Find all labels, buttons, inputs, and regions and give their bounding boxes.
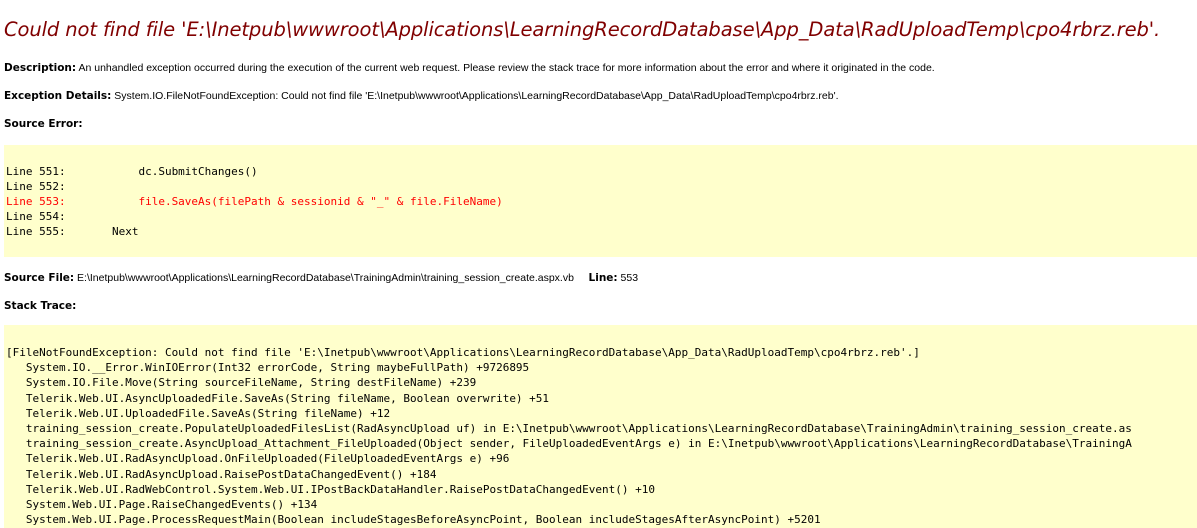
stack-trace-heading: Stack Trace:: [4, 300, 76, 312]
source-error-code-box: Line 551: dc.SubmitChanges() Line 552: L…: [4, 145, 1197, 257]
source-error-label: Source Error:: [4, 118, 83, 130]
line-label: Line:: [588, 272, 618, 284]
exception-details-label: Exception Details:: [4, 90, 112, 102]
source-line-554: Line 554:: [6, 210, 66, 223]
line-number: 553: [620, 272, 639, 284]
error-title: Could not find file 'E:\Inetpub\wwwroot\…: [4, 18, 1161, 41]
description-text: An unhandled exception occurred during t…: [78, 62, 935, 74]
source-error-heading: Source Error:: [4, 118, 83, 130]
stack-trace-line: [FileNotFoundException: Could not find f…: [6, 346, 920, 359]
source-file-label: Source File:: [4, 272, 75, 284]
source-error-lines: Line 551: dc.SubmitChanges() Line 552: L…: [6, 164, 503, 239]
stack-trace-line: Telerik.Web.UI.RadAsyncUpload.OnFileUplo…: [6, 452, 510, 466]
description-line: Description: An unhandled exception occu…: [4, 62, 935, 74]
stack-trace-lines: [FileNotFoundException: Could not find f…: [6, 345, 1132, 527]
exception-details-line: Exception Details: System.IO.FileNotFoun…: [4, 90, 839, 102]
source-file-path: E:\Inetpub\wwwroot\Applications\Learning…: [77, 272, 574, 284]
source-line-555: Line 555: Next: [6, 225, 139, 238]
source-line-552: Line 552:: [6, 180, 66, 193]
stack-trace-line: training_session_create.AsyncUpload_Atta…: [6, 437, 1132, 451]
stack-trace-line: System.Web.UI.Page.ProcessRequestMain(Bo…: [6, 513, 821, 527]
source-line-551: Line 551: dc.SubmitChanges(): [6, 165, 258, 178]
stack-trace-line: Telerik.Web.UI.AsyncUploadedFile.SaveAs(…: [6, 391, 550, 405]
stack-trace-label: Stack Trace:: [4, 300, 77, 312]
stack-trace-line: training_session_create.PopulateUploaded…: [6, 421, 1132, 435]
stack-trace-line: System.IO.File.Move(String sourceFileNam…: [6, 376, 477, 390]
error-page: Could not find file 'E:\Inetpub\wwwroot\…: [0, 0, 1197, 528]
source-file-line: Source File: E:\Inetpub\wwwroot\Applicat…: [4, 272, 638, 284]
stack-trace-code-box: [FileNotFoundException: Could not find f…: [4, 325, 1197, 528]
stack-trace-line: System.IO.__Error.WinIOError(Int32 error…: [6, 361, 530, 375]
stack-trace-line: Telerik.Web.UI.UploadedFile.SaveAs(Strin…: [6, 406, 391, 420]
stack-trace-line: Telerik.Web.UI.RadAsyncUpload.RaisePostD…: [6, 467, 437, 481]
stack-trace-line: System.Web.UI.Page.RaiseChangedEvents() …: [6, 497, 318, 511]
description-label: Description:: [4, 62, 77, 74]
exception-details-text: System.IO.FileNotFoundException: Could n…: [114, 90, 839, 102]
stack-trace-line: Telerik.Web.UI.RadWebControl.System.Web.…: [6, 482, 656, 496]
source-line-553-error: Line 553: file.SaveAs(filePath & session…: [6, 195, 503, 208]
